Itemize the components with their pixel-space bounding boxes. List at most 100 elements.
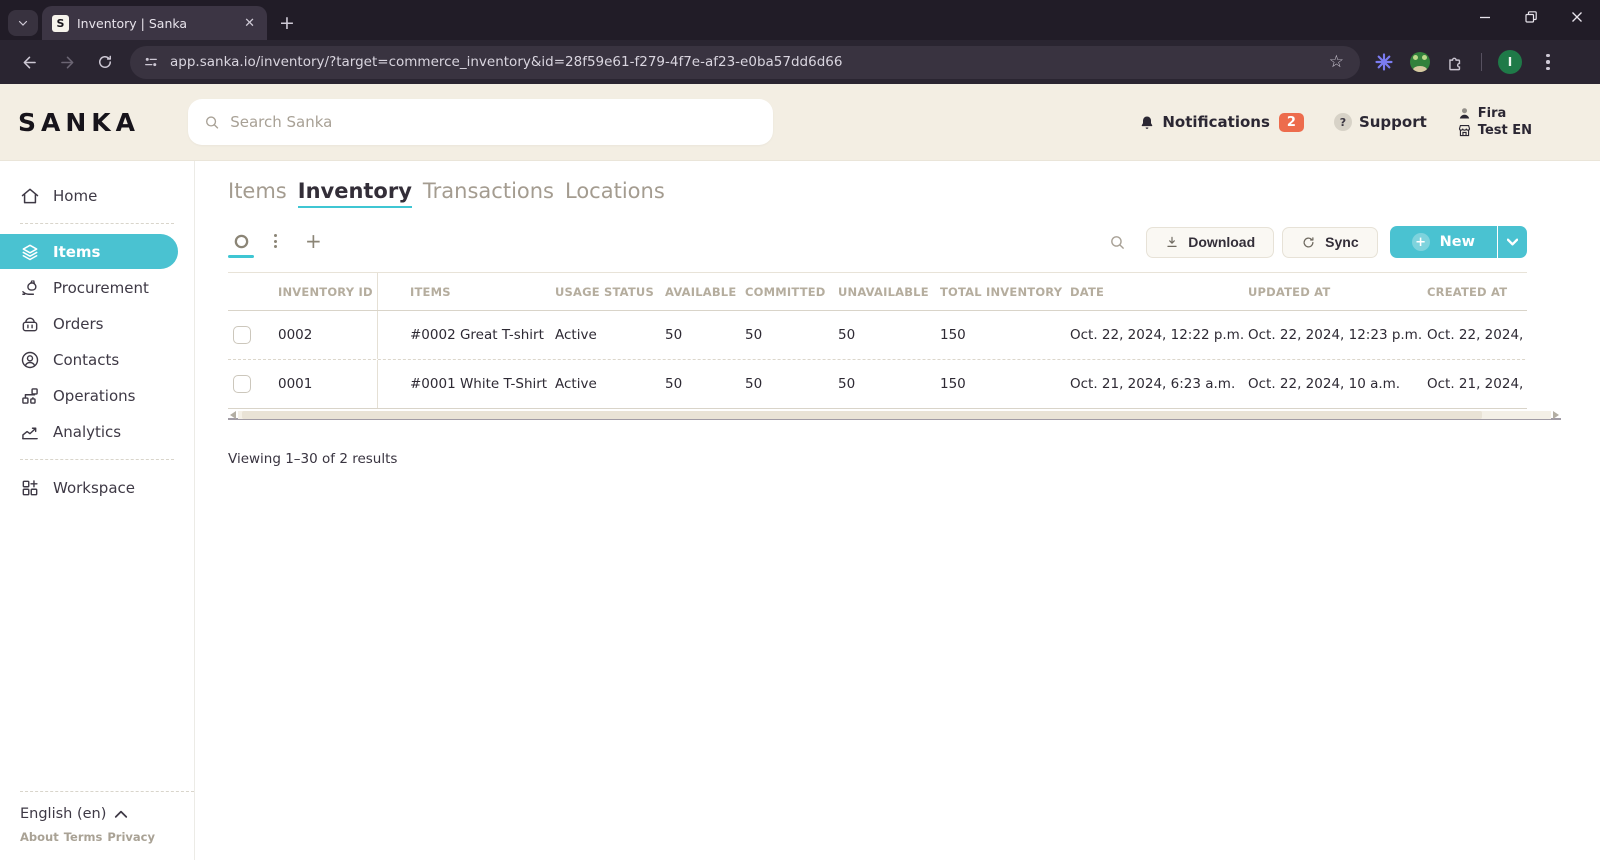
download-label: Download bbox=[1188, 234, 1255, 250]
chevron-down-icon bbox=[17, 17, 29, 29]
col-unavailable[interactable]: UNAVAILABLE bbox=[836, 285, 938, 299]
bell-icon bbox=[1139, 114, 1155, 131]
col-items[interactable]: ITEMS bbox=[378, 285, 553, 299]
add-view-button[interactable]: + bbox=[305, 229, 322, 253]
col-date[interactable]: DATE bbox=[1068, 285, 1246, 299]
notifications-button[interactable]: Notifications 2 bbox=[1139, 113, 1304, 132]
tab-title: Inventory | Sanka bbox=[77, 16, 232, 31]
sidebar-item-home[interactable]: Home bbox=[0, 178, 194, 213]
notifications-label: Notifications bbox=[1162, 113, 1270, 131]
sidebar-item-items[interactable]: Items bbox=[0, 234, 178, 269]
col-usage-status[interactable]: USAGE STATUS bbox=[553, 285, 663, 299]
cell-created-at: Oct. 22, 2024, 12:22 p.m. bbox=[1425, 327, 1527, 343]
browser-tab[interactable]: S Inventory | Sanka ✕ bbox=[42, 6, 267, 40]
site-info-icon[interactable] bbox=[142, 53, 160, 71]
download-button[interactable]: Download bbox=[1146, 227, 1274, 258]
table-search-icon[interactable] bbox=[1109, 234, 1126, 251]
horizontal-scrollbar[interactable] bbox=[228, 411, 1561, 420]
terms-link[interactable]: Terms bbox=[64, 830, 103, 844]
tab-search-button[interactable] bbox=[8, 10, 38, 36]
scroll-left-arrow[interactable] bbox=[230, 411, 236, 419]
browser-menu-icon[interactable] bbox=[1538, 54, 1558, 71]
tab-close-icon[interactable]: ✕ bbox=[240, 14, 259, 33]
cell-updated-at: Oct. 22, 2024, 10 a.m. bbox=[1246, 376, 1425, 392]
minimize-button[interactable] bbox=[1462, 0, 1508, 34]
table-row[interactable]: 0001 #0001 White T-Shirt Active 50 50 50… bbox=[228, 360, 1527, 409]
extension-frog-icon[interactable] bbox=[1410, 52, 1430, 72]
view-toolbar: + Download Sync + New bbox=[228, 232, 1527, 258]
user-menu[interactable]: Fira Test EN bbox=[1457, 106, 1532, 138]
row-checkbox[interactable] bbox=[233, 375, 251, 393]
scrollbar-track[interactable] bbox=[238, 411, 1551, 419]
col-inventory-id[interactable]: INVENTORY ID bbox=[275, 273, 378, 310]
page-tabs: Items Inventory Transactions Locations bbox=[228, 179, 1527, 208]
about-link[interactable]: About bbox=[20, 830, 59, 844]
home-icon bbox=[20, 186, 40, 206]
row-checkbox[interactable] bbox=[233, 326, 251, 344]
cell-unavailable: 50 bbox=[836, 376, 938, 392]
sync-button[interactable]: Sync bbox=[1282, 227, 1377, 258]
back-button[interactable] bbox=[12, 45, 46, 79]
close-window-button[interactable] bbox=[1554, 0, 1600, 34]
cell-item[interactable]: #0002 Great T-shirt bbox=[378, 327, 553, 343]
global-search-box[interactable] bbox=[188, 99, 773, 145]
scroll-right-arrow[interactable] bbox=[1553, 411, 1559, 419]
table-row[interactable]: 0002 #0002 Great T-shirt Active 50 50 50… bbox=[228, 311, 1527, 360]
cell-committed: 50 bbox=[743, 376, 836, 392]
col-committed[interactable]: COMMITTED bbox=[743, 285, 836, 299]
new-label: New bbox=[1440, 234, 1475, 250]
cell-inventory-id: 0002 bbox=[275, 311, 378, 359]
browser-tab-strip: S Inventory | Sanka ✕ + bbox=[0, 0, 1600, 40]
sidebar-item-orders[interactable]: Orders bbox=[0, 306, 194, 341]
cell-available: 50 bbox=[663, 376, 743, 392]
sidebar-item-workspace[interactable]: Workspace bbox=[0, 470, 194, 505]
new-tab-button[interactable]: + bbox=[267, 12, 305, 40]
language-label: English (en) bbox=[20, 806, 106, 822]
url-bar[interactable]: app.sanka.io/inventory/?target=commerce_… bbox=[130, 46, 1360, 79]
sidebar-item-operations[interactable]: Operations bbox=[0, 378, 194, 413]
cell-inventory-id: 0001 bbox=[275, 360, 378, 408]
new-dropdown-button[interactable] bbox=[1497, 226, 1527, 258]
forward-button[interactable] bbox=[50, 45, 84, 79]
sidebar-item-analytics[interactable]: Analytics bbox=[0, 414, 194, 449]
cell-updated-at: Oct. 22, 2024, 12:23 p.m. bbox=[1246, 327, 1425, 343]
new-button[interactable]: + New bbox=[1390, 226, 1497, 258]
extension-burst-icon[interactable] bbox=[1374, 52, 1394, 72]
sidebar-divider bbox=[20, 791, 194, 792]
sidebar-item-procurement[interactable]: Procurement bbox=[0, 270, 194, 305]
col-available[interactable]: AVAILABLE bbox=[663, 285, 743, 299]
search-input[interactable] bbox=[230, 113, 757, 131]
cell-item[interactable]: #0001 White T-Shirt bbox=[378, 376, 553, 392]
privacy-link[interactable]: Privacy bbox=[107, 830, 155, 844]
sidebar-item-contacts[interactable]: Contacts bbox=[0, 342, 194, 377]
reload-button[interactable] bbox=[88, 45, 122, 79]
cell-available: 50 bbox=[663, 327, 743, 343]
cell-usage-status: Active bbox=[553, 376, 663, 392]
question-icon: ? bbox=[1334, 113, 1352, 131]
cell-committed: 50 bbox=[743, 327, 836, 343]
tab-inventory[interactable]: Inventory bbox=[298, 179, 412, 208]
support-button[interactable]: ? Support bbox=[1334, 113, 1427, 131]
extensions-puzzle-icon[interactable] bbox=[1446, 53, 1465, 72]
bookmark-star-icon[interactable]: ☆ bbox=[1325, 52, 1348, 72]
tab-items[interactable]: Items bbox=[228, 179, 287, 208]
download-icon bbox=[1165, 235, 1179, 249]
view-options-kebab[interactable] bbox=[268, 234, 283, 248]
user-name: Fira bbox=[1478, 106, 1507, 121]
sidebar-item-label: Items bbox=[53, 243, 100, 261]
col-total-inventory[interactable]: TOTAL INVENTORY bbox=[938, 285, 1068, 299]
view-tab-circle[interactable] bbox=[228, 233, 254, 258]
tab-transactions[interactable]: Transactions bbox=[423, 179, 554, 208]
workspace-icon bbox=[20, 478, 40, 498]
sanka-logo[interactable]: SANKA bbox=[18, 108, 188, 137]
browser-profile-avatar[interactable]: I bbox=[1498, 50, 1522, 74]
tab-locations[interactable]: Locations bbox=[565, 179, 665, 208]
sync-label: Sync bbox=[1325, 234, 1358, 250]
language-selector[interactable]: English (en) bbox=[20, 806, 194, 822]
col-updated-at[interactable]: UPDATED AT bbox=[1246, 285, 1425, 299]
scrollbar-thumb[interactable] bbox=[242, 411, 1482, 419]
col-created-at[interactable]: CREATED AT bbox=[1425, 285, 1527, 299]
workspace-name: Test EN bbox=[1478, 123, 1532, 138]
sidebar-item-label: Operations bbox=[53, 387, 135, 405]
restore-button[interactable] bbox=[1508, 0, 1554, 34]
